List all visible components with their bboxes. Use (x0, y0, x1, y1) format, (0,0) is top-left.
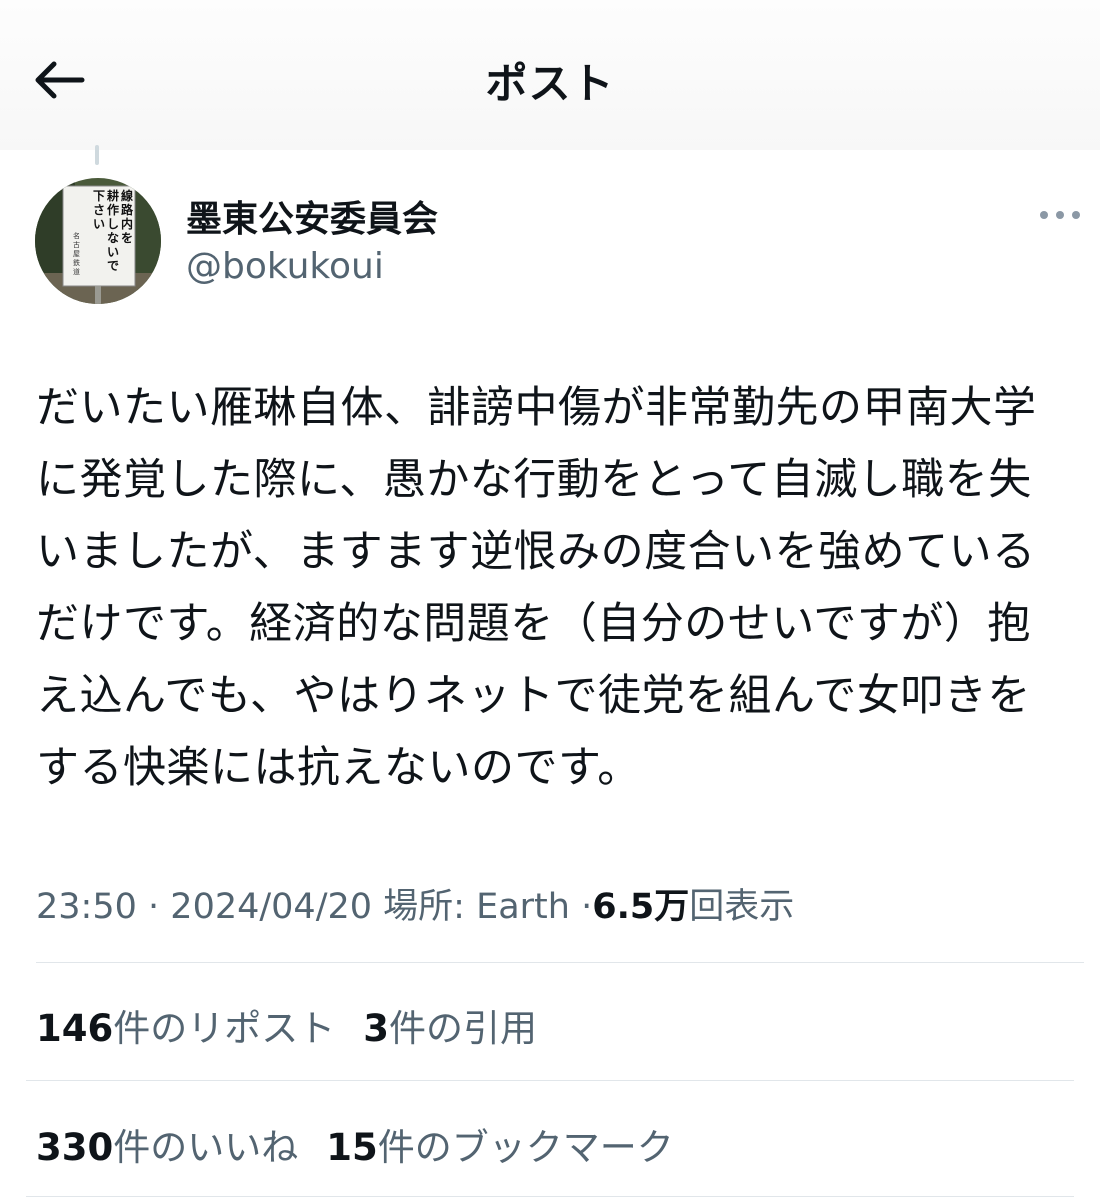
divider (26, 1080, 1074, 1081)
views-unit: 万 (654, 887, 690, 927)
likes-count: 330 (36, 1126, 114, 1169)
more-horizontal-icon (1040, 211, 1080, 219)
quotes-label: 件の引用 (388, 1007, 537, 1050)
svg-text:を: を (121, 231, 133, 245)
svg-text:い: い (107, 245, 119, 259)
page-title: ポスト (485, 59, 615, 108)
bookmarks-label: 件のブックマーク (377, 1126, 674, 1169)
quotes-stat[interactable]: 3件の引用 (363, 1007, 537, 1050)
avatar-image: 線 路 内 を 耕 作 し な い で 下 さ い 名 古 屋 鉄 道 (35, 178, 161, 304)
svg-text:古: 古 (73, 240, 80, 249)
likes-label: 件のいいね (113, 1126, 299, 1169)
svg-text:い: い (93, 217, 105, 231)
svg-text:さ: さ (93, 203, 105, 217)
quotes-count: 3 (363, 1007, 389, 1050)
tweet-location: 場所: Earth (383, 887, 570, 927)
tweet-meta: 23:50 · 2024/04/20 場所: Earth ·6.5万回表示 (36, 878, 794, 929)
svg-text:屋: 屋 (73, 250, 80, 258)
views-count: 6.5 (592, 887, 655, 927)
svg-text:名: 名 (73, 231, 80, 240)
tweet-text: だいたい雁琳自体、誹謗中傷が非常勤先の甲南大学 に発覚した際に、愚かな行動をとっ… (36, 383, 1037, 793)
thread-connector-line (95, 145, 99, 165)
avatar[interactable]: 線 路 内 を 耕 作 し な い で 下 さ い 名 古 屋 鉄 道 (35, 178, 161, 304)
svg-text:下: 下 (93, 189, 105, 203)
svg-text:道: 道 (73, 267, 80, 276)
repost-quote-stats: 146件のリポスト 3件の引用 (36, 998, 537, 1052)
more-options-button[interactable] (1030, 198, 1090, 232)
author-handle[interactable]: @bokukoui (186, 246, 384, 287)
author-display-name[interactable]: 墨東公安委員会 (186, 190, 438, 242)
reposts-stat[interactable]: 146件のリポスト (36, 1007, 335, 1050)
reposts-count: 146 (36, 1007, 114, 1050)
svg-text:で: で (107, 259, 119, 273)
svg-text:な: な (107, 231, 119, 245)
svg-text:内: 内 (121, 216, 133, 231)
bookmarks-stat[interactable]: 15件のブックマーク (326, 1126, 674, 1169)
svg-text:鉄: 鉄 (73, 258, 80, 267)
views-label: 回表示 (689, 887, 795, 927)
svg-text:耕: 耕 (107, 188, 119, 203)
divider (36, 962, 1084, 963)
svg-text:線: 線 (121, 188, 133, 203)
like-bookmark-stats: 330件のいいね 15件のブックマーク (36, 1117, 674, 1171)
reposts-label: 件のリポスト (113, 1007, 336, 1050)
svg-text:路: 路 (121, 202, 134, 217)
tweet-date[interactable]: 2024/04/20 (170, 887, 372, 927)
divider (26, 1196, 1074, 1197)
bookmarks-count: 15 (326, 1126, 378, 1169)
likes-stat[interactable]: 330件のいいね (36, 1126, 298, 1169)
svg-text:し: し (107, 217, 119, 231)
tweet-time[interactable]: 23:50 (36, 887, 137, 927)
svg-text:作: 作 (107, 202, 119, 217)
meta-separator: · (148, 887, 160, 927)
meta-separator: · (581, 887, 593, 927)
top-bar: ポスト (0, 0, 1100, 150)
